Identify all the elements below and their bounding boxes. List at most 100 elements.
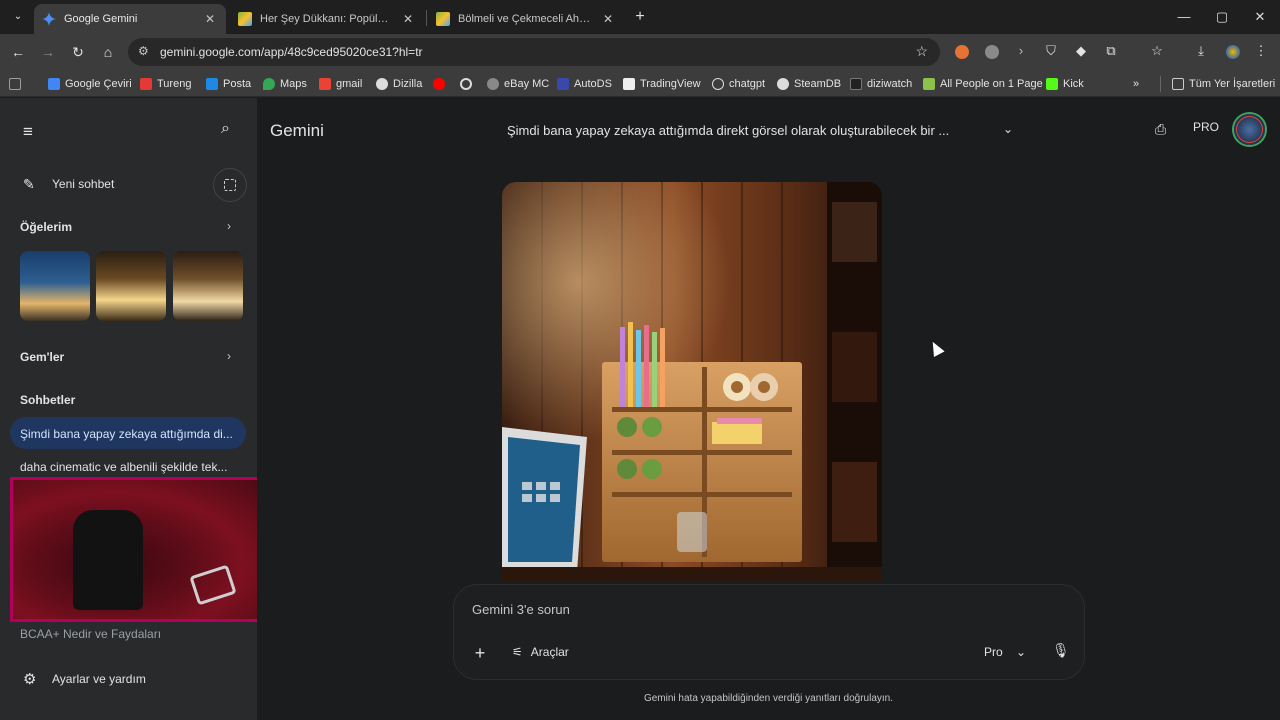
tools-label: Araçlar xyxy=(530,645,569,659)
bookmark-item[interactable]: diziwatch xyxy=(850,76,912,92)
reload-button[interactable]: ↻ xyxy=(68,42,88,62)
bookmark-item[interactable]: gmail xyxy=(319,76,362,92)
bookmarks-overflow-button[interactable]: » xyxy=(1133,76,1139,92)
my-item-thumbnail[interactable] xyxy=(173,251,243,321)
close-window-button[interactable]: ✕ xyxy=(1248,6,1272,28)
main-menu-icon[interactable]: ≡ xyxy=(23,122,33,142)
apps-grid-icon xyxy=(9,78,21,90)
bookmark-item[interactable]: Kick xyxy=(1046,76,1084,92)
prompt-input-container: Gemini 3'e sorun + ⚟ Araçlar Pro ⌄ 🎙 xyxy=(453,584,1085,680)
tab-close-icon[interactable]: ✕ xyxy=(202,12,218,26)
tools-button[interactable]: ⚟ Araçlar xyxy=(512,645,569,659)
temporary-chat-button[interactable] xyxy=(213,168,247,202)
chevron-right-icon[interactable]: › xyxy=(227,219,231,233)
extension-icon[interactable] xyxy=(985,45,999,59)
my-item-thumbnail[interactable] xyxy=(96,251,166,321)
tab-close-icon[interactable]: ✕ xyxy=(600,12,616,26)
microphone-icon[interactable]: 🎙 xyxy=(1052,642,1070,659)
tab-google-gemini[interactable]: Google Gemini ✕ xyxy=(34,4,226,34)
bookmark-item[interactable]: Posta xyxy=(206,76,251,92)
forward-button[interactable]: → xyxy=(38,42,58,62)
extensions-puzzle-icon[interactable]: ⧉ xyxy=(1102,43,1120,59)
extension-icon[interactable] xyxy=(955,45,969,59)
bookmark-label: Posta xyxy=(223,78,252,90)
settings-help-button[interactable]: Ayarlar ve yardım xyxy=(52,672,146,686)
maximize-button[interactable]: ▢ xyxy=(1210,6,1234,28)
bookmark-item[interactable]: eBay MC xyxy=(487,76,549,92)
folder-icon xyxy=(1172,78,1184,90)
generated-image[interactable] xyxy=(502,182,882,582)
bookmark-label: TradingView xyxy=(640,78,701,90)
chat-item-label[interactable]: Şimdi bana yapay zekaya attığımda di... xyxy=(20,427,233,441)
bookmark-item[interactable]: All People on 1 Page xyxy=(923,76,1043,92)
model-mode-selector[interactable]: Pro ⌄ xyxy=(984,645,1026,659)
bookmark-label: Google Çeviri xyxy=(65,78,132,90)
user-avatar[interactable] xyxy=(1234,114,1265,145)
home-button[interactable]: ⌂ xyxy=(98,42,118,62)
tab-title: Bölmeli ve Çekmeceli Ahşap Or xyxy=(458,13,594,25)
bookmark-label: SteamDB xyxy=(794,78,842,90)
bookmark-label: Kick xyxy=(1063,78,1084,90)
tab-her-sey-dukkani[interactable]: Her Şey Dükkanı: Popüler Ürünl ✕ xyxy=(230,4,424,34)
minimize-button[interactable]: — xyxy=(1172,6,1196,28)
people-icon xyxy=(923,78,935,90)
all-bookmarks-folder[interactable]: Tüm Yer İşaretleri xyxy=(1172,76,1275,92)
extension-icon[interactable]: › xyxy=(1012,43,1030,58)
mouse-cursor xyxy=(927,339,945,357)
tab-search-icon[interactable]: ⌄ xyxy=(8,7,28,27)
extension-icon[interactable]: ◆ xyxy=(1072,43,1090,59)
bookmark-label: Maps xyxy=(280,78,307,90)
bookmark-item[interactable]: Google Çeviri xyxy=(48,76,132,92)
gems-heading[interactable]: Gem'ler xyxy=(20,350,64,364)
gmail-icon xyxy=(319,78,331,90)
ebay-icon xyxy=(487,78,499,90)
disclaimer-text: Gemini hata yapabildiğinden verdiği yanı… xyxy=(643,693,894,704)
bookmark-item[interactable]: SteamDB xyxy=(777,76,841,92)
prompt-input[interactable]: Gemini 3'e sorun xyxy=(472,602,570,617)
share-icon[interactable]: ⎙ xyxy=(1155,121,1166,138)
back-button[interactable]: ← xyxy=(8,42,28,62)
chats-heading: Sohbetler xyxy=(20,393,76,407)
youtube-icon xyxy=(433,78,445,90)
bookmark-label: AutoDS xyxy=(574,78,612,90)
bookmarks-divider xyxy=(1160,76,1161,92)
bookmark-apps[interactable] xyxy=(9,76,26,92)
bookmark-star-icon[interactable]: ☆ xyxy=(915,43,928,60)
menu-kebab-icon[interactable]: ⋮ xyxy=(1252,43,1270,59)
gemini-brand[interactable]: Gemini xyxy=(270,121,324,141)
bookmark-youtube[interactable] xyxy=(433,76,450,92)
download-icon[interactable]: ⤓ xyxy=(1192,43,1210,59)
image-icon xyxy=(238,12,252,26)
search-icon[interactable]: ⌕ xyxy=(221,120,230,138)
browser-toolbar: ← → ↻ ⌂ ⚙ gemini.google.com/app/48c9ced9… xyxy=(0,34,1280,70)
profile-avatar[interactable] xyxy=(1226,45,1240,59)
settings-gear-icon[interactable]: ⚙ xyxy=(23,670,36,688)
my-items-heading[interactable]: Öğelerim xyxy=(20,220,72,234)
conversation-title[interactable]: Şimdi bana yapay zekaya attığımda direkt… xyxy=(507,123,949,138)
image-icon xyxy=(436,12,450,26)
address-bar[interactable]: ⚙ gemini.google.com/app/48c9ced95020ce31… xyxy=(128,38,940,66)
new-tab-button[interactable]: + xyxy=(630,7,650,27)
gaming-chair xyxy=(73,510,143,610)
bookmark-item[interactable]: chatgpt xyxy=(712,76,765,92)
site-info-icon[interactable]: ⚙ xyxy=(138,44,149,58)
bookmark-label: eBay MC xyxy=(504,78,550,90)
shield-extension-icon[interactable]: ⛉ xyxy=(1042,43,1060,59)
bookmark-item[interactable]: Maps xyxy=(263,76,307,92)
bookmark-item[interactable]: TradingView xyxy=(623,76,701,92)
reading-list-icon[interactable]: ☆ xyxy=(1148,43,1166,59)
chevron-down-icon[interactable]: ⌄ xyxy=(1003,122,1013,136)
tab-bolmeli-cekmeceli[interactable]: Bölmeli ve Çekmeceli Ahşap Or ✕ xyxy=(428,4,624,34)
add-attachment-button[interactable]: + xyxy=(470,643,490,664)
bookmark-circle[interactable] xyxy=(460,76,477,92)
new-chat-button[interactable]: Yeni sohbet xyxy=(52,177,114,191)
my-item-thumbnail[interactable] xyxy=(20,251,90,321)
edit-icon[interactable]: ✎ xyxy=(23,176,35,193)
bookmark-item[interactable]: AutoDS xyxy=(557,76,612,92)
bookmark-item[interactable]: Dizilla xyxy=(376,76,422,92)
chat-item-label[interactable]: BCAA+ Nedir ve Faydaları xyxy=(20,627,161,641)
tab-close-icon[interactable]: ✕ xyxy=(400,12,416,26)
bookmark-item[interactable]: Tureng xyxy=(140,76,191,92)
chevron-right-icon[interactable]: › xyxy=(227,349,231,363)
chat-item-label[interactable]: daha cinematic ve albenili şekilde tek..… xyxy=(20,460,227,474)
